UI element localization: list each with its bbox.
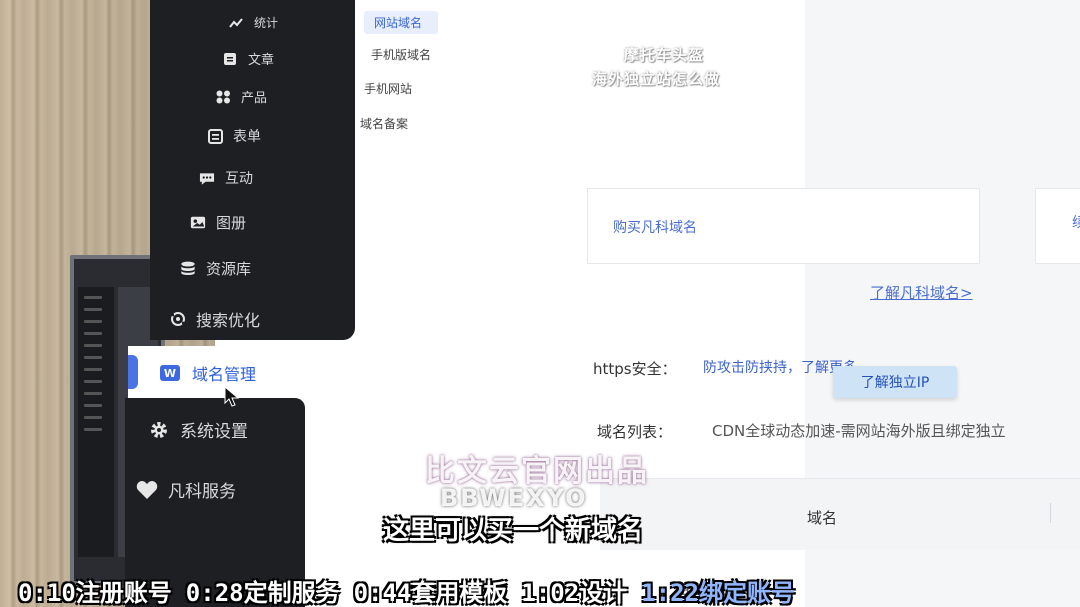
- submenu-item-mobile-site[interactable]: 手机网站: [364, 80, 412, 97]
- video-subtitle: 这里可以买一个新域名: [383, 516, 644, 546]
- cdn-link[interactable]: CDN全球动态加速-需网站海外版且绑定独立: [712, 420, 1006, 441]
- sidebar-item-label: 图册: [216, 214, 247, 232]
- sidebar-item-label: 产品: [241, 91, 268, 106]
- domain-w-icon: W: [160, 365, 180, 381]
- sidebar-item-interaction[interactable]: 互动: [199, 168, 253, 188]
- buy-domain-link[interactable]: 购买凡科域名: [613, 217, 697, 237]
- sidebar-item-label: 域名管理: [192, 365, 257, 384]
- grid-icon: [215, 89, 231, 105]
- sidebar-item-label: 搜索优化: [196, 311, 261, 330]
- chapter-5[interactable]: 1:22绑定账号: [641, 573, 795, 607]
- watermark-line-2: 海外独立站怎么做: [592, 70, 721, 88]
- sidebar-item-resources[interactable]: 资源库: [180, 258, 251, 279]
- sidebar-item-label: 资源库: [206, 260, 252, 278]
- sidebar-item-products[interactable]: 产品: [215, 87, 267, 106]
- background-monitor-sidebar: [78, 287, 114, 557]
- sidebar-item-settings[interactable]: 系统设置: [148, 417, 248, 442]
- sidebar-item-label: 凡科服务: [168, 482, 236, 502]
- sidebar-item-articles[interactable]: 文章: [222, 49, 274, 68]
- submenu-item-icp[interactable]: 域名备案: [360, 115, 408, 132]
- sidebar-item-gallery[interactable]: 图册: [190, 212, 246, 233]
- sidebar-item-domain[interactable]: W 域名管理: [160, 361, 256, 385]
- domain-list-label: 域名列表：: [597, 423, 673, 441]
- sidebar-item-service[interactable]: 凡科服务: [136, 477, 236, 502]
- chapter-timeline: 0:10注册账号 0:28定制服务 0:44套用模板 1:02设计 1:22绑定…: [0, 573, 1080, 607]
- renew-card-text: 续: [1072, 215, 1080, 231]
- submenu-item-mobile-domain[interactable]: 手机版域名: [371, 46, 431, 63]
- submenu-item-site-domain[interactable]: 网站域名: [364, 11, 438, 34]
- heart-icon: [136, 479, 158, 501]
- learn-ip-button[interactable]: 了解独立IP: [833, 366, 957, 398]
- brand-overlay-line-2: BBWEXYO: [440, 484, 588, 512]
- https-label: https安全：: [593, 360, 677, 378]
- learn-domain-link[interactable]: 了解凡科域名>: [870, 282, 973, 303]
- chapter-1[interactable]: 0:10注册账号: [18, 573, 172, 607]
- column-header-domain: 域名: [807, 509, 838, 527]
- sidebar-item-label: 表单: [233, 129, 261, 145]
- form-icon: [207, 128, 223, 144]
- column-separator: [1050, 503, 1051, 523]
- sidebar-item-label: 文章: [248, 53, 275, 68]
- seo-icon: [170, 311, 186, 327]
- chapter-4[interactable]: 1:02设计: [521, 573, 627, 607]
- database-icon: [180, 261, 196, 277]
- domain-table-header: 域名: [600, 478, 1080, 550]
- chapter-2[interactable]: 0:28定制服务: [186, 573, 340, 607]
- sidebar-item-stats[interactable]: 统计: [228, 14, 278, 31]
- sidebar-item-label: 互动: [225, 171, 253, 187]
- chapter-3[interactable]: 0:44套用模板: [354, 573, 508, 607]
- active-indicator: [128, 355, 138, 389]
- sidebar-item-seo[interactable]: 搜索优化: [170, 307, 260, 331]
- mouse-cursor-icon: [224, 386, 240, 407]
- image-icon: [190, 215, 206, 231]
- document-icon: [222, 51, 238, 67]
- gear-icon: [148, 419, 170, 441]
- sidebar-item-forms[interactable]: 表单: [207, 126, 261, 146]
- sidebar-item-label: 系统设置: [180, 422, 248, 442]
- chat-icon: [199, 170, 215, 186]
- watermark-line-1: 摩托车头盔: [624, 46, 705, 64]
- sidebar-item-label: 统计: [254, 16, 279, 30]
- chart-icon: [228, 15, 244, 31]
